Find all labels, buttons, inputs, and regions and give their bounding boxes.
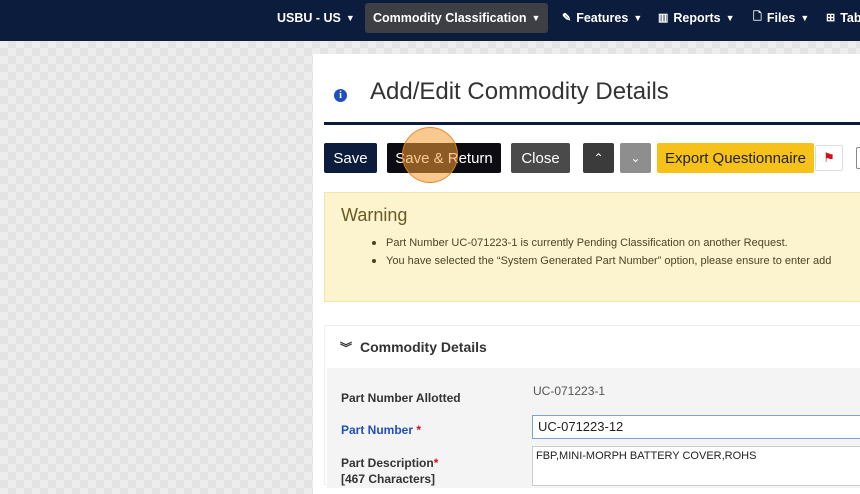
move-up-button[interactable]: ⌃ xyxy=(583,143,614,173)
nav-business-unit[interactable]: USBU - US ▼ xyxy=(277,0,355,35)
part-number-allotted-value: UC-071223-1 xyxy=(533,384,606,398)
save-and-return-button[interactable]: Save & Return xyxy=(387,143,501,173)
save-button[interactable]: Save xyxy=(324,143,377,173)
part-number-label-text: Part Number xyxy=(341,423,414,437)
nav-tab-label: Tab xyxy=(840,10,860,25)
nav-reports-label: Reports xyxy=(673,10,721,25)
flag-button[interactable]: ⚑ xyxy=(815,145,843,171)
caret-down-icon: ▼ xyxy=(531,13,541,23)
part-description-label: Part Description* xyxy=(341,456,438,470)
part-description-label-text: Part Description xyxy=(341,456,434,470)
bar-chart-icon: ▥ xyxy=(658,12,669,24)
part-number-input[interactable]: UC-071223-12 xyxy=(532,415,860,439)
caret-down-icon: ▼ xyxy=(800,12,810,23)
nav-commodity-classification[interactable]: Commodity Classification ▼ xyxy=(365,3,549,33)
nav-commodity-classification-label: Commodity Classification xyxy=(373,11,527,25)
nav-reports[interactable]: ▥ Reports ▼ xyxy=(658,0,735,35)
nav-features[interactable]: ✎ Features ▼ xyxy=(562,0,642,35)
double-chevron-down-icon[interactable]: ︾ xyxy=(340,339,352,356)
commodity-details-title[interactable]: Commodity Details xyxy=(360,339,487,355)
nav-files-label: Files xyxy=(766,10,796,25)
warning-item: You have selected the “System Generated … xyxy=(372,254,831,272)
chevron-up-icon: ⌃ xyxy=(593,151,604,165)
part-description-textarea[interactable]: FBP,MINI-MORPH BATTERY COVER,ROHS xyxy=(532,446,860,486)
export-questionnaire-button[interactable]: Export Questionnaire xyxy=(657,143,814,173)
more-button[interactable] xyxy=(856,147,860,169)
part-description-char-count: [467 Characters] xyxy=(341,472,436,486)
move-down-button[interactable]: ⌄ xyxy=(620,143,651,173)
part-number-label: Part Number * xyxy=(341,423,421,437)
warning-title: Warning xyxy=(341,205,408,225)
top-navbar: USBU - US ▼ Commodity Classification ▼ ✎… xyxy=(0,0,860,41)
required-mark: * xyxy=(433,456,439,470)
nav-tab[interactable]: ⊞ Tab xyxy=(826,0,860,35)
table-icon: ⊞ xyxy=(826,12,836,24)
pencil-icon: ✎ xyxy=(562,12,572,24)
close-button[interactable]: Close xyxy=(511,143,570,173)
title-divider xyxy=(324,122,860,125)
nav-files[interactable]: 🗋 Files ▼ xyxy=(753,0,809,35)
caret-down-icon: ▼ xyxy=(633,12,643,23)
caret-down-icon: ▼ xyxy=(725,12,735,23)
required-mark: * xyxy=(416,423,422,437)
info-icon: i xyxy=(334,89,347,102)
part-number-allotted-label: Part Number Allotted xyxy=(341,391,461,405)
page-title: Add/Edit Commodity Details xyxy=(370,78,669,105)
caret-down-icon: ▼ xyxy=(345,12,355,23)
nav-features-label: Features xyxy=(576,10,629,25)
flag-icon: ⚑ xyxy=(823,150,835,165)
warning-list: Part Number UC-071223-1 is currently Pen… xyxy=(372,236,831,272)
warning-item: Part Number UC-071223-1 is currently Pen… xyxy=(372,236,831,254)
chevron-down-icon: ⌄ xyxy=(630,151,641,165)
file-icon: 🗋 xyxy=(753,11,762,23)
nav-business-unit-label: USBU - US xyxy=(277,10,341,25)
